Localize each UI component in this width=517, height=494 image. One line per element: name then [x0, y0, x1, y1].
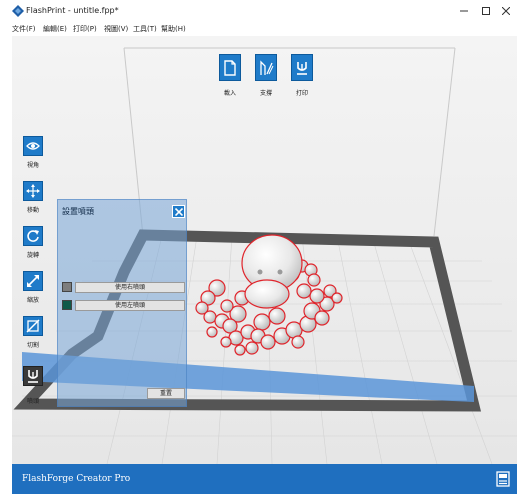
title-bar: FlashPrint - untitle.fpp* [0, 0, 517, 22]
sidebar-label-move: 移動 [26, 207, 39, 214]
sidebar-label-rotate: 旋轉 [26, 252, 39, 259]
status-bar: FlashForge Creator Pro [12, 464, 517, 494]
use-right-nozzle-button[interactable]: 使用右噴頭 [75, 282, 185, 293]
menu-file[interactable]: 文件(F) [12, 25, 36, 33]
close-window-button[interactable] [495, 3, 517, 19]
nozzle-settings-panel: 設置噴頭 使用右噴頭 使用左噴頭 重置 [57, 199, 187, 407]
panel-close-button[interactable] [172, 205, 185, 218]
sidebar-label-view: 視角 [26, 162, 39, 169]
menu-tools[interactable]: 工具(T) [133, 25, 157, 33]
maximize-button[interactable] [475, 3, 497, 19]
printer-status-button[interactable] [495, 470, 510, 488]
close-icon [502, 7, 510, 15]
reset-button[interactable]: 重置 [147, 388, 185, 399]
sidebar-label-cut: 切割 [26, 342, 39, 349]
sidebar-label-nozzle: 噴頭 [26, 398, 39, 405]
menu-edit[interactable]: 編輯(E) [43, 25, 67, 33]
sidebar-label-scale: 縮放 [26, 297, 39, 304]
flashprint-logo-icon [12, 5, 24, 17]
menu-help[interactable]: 幫助(H) [161, 25, 186, 33]
panel-title: 設置噴頭 [62, 207, 94, 216]
load-label: 載入 [223, 90, 236, 97]
print-button[interactable] [291, 54, 313, 81]
nozzle-button[interactable] [23, 366, 43, 386]
right-nozzle-swatch [62, 282, 72, 292]
support-button[interactable] [255, 54, 277, 81]
cut-button[interactable] [23, 316, 43, 336]
close-icon [174, 207, 183, 216]
left-nozzle-swatch [62, 300, 72, 310]
support-label: 支撐 [259, 90, 272, 97]
eye-icon [26, 142, 40, 150]
minimize-button[interactable] [453, 3, 475, 19]
print-label: 打印 [295, 90, 308, 97]
nozzle-icon [28, 370, 38, 383]
printer-model-label: FlashForge Creator Pro [22, 474, 131, 484]
scale-button[interactable] [23, 271, 43, 291]
scale-icon [27, 275, 39, 287]
support-icon [260, 59, 274, 75]
load-file-icon [224, 59, 236, 76]
print-nozzle-icon [297, 61, 307, 75]
move-button[interactable] [23, 181, 43, 201]
load-button[interactable] [219, 54, 241, 81]
window-title: FlashPrint - untitle.fpp* [26, 6, 119, 15]
maximize-icon [482, 7, 490, 15]
menu-view[interactable]: 視圖(V) [104, 25, 128, 33]
minimize-icon [460, 10, 468, 12]
rotate-icon [27, 230, 39, 242]
menu-bar: 文件(F) 編輯(E) 打印(P) 視圖(V) 工具(T) 幫助(H) [0, 22, 517, 36]
menu-print[interactable]: 打印(P) [73, 25, 97, 33]
printer-icon [495, 471, 510, 487]
move-icon [26, 184, 40, 198]
view-button[interactable] [23, 136, 43, 156]
cut-icon [26, 319, 40, 333]
use-left-nozzle-button[interactable]: 使用左噴頭 [75, 300, 185, 311]
rotate-button[interactable] [23, 226, 43, 246]
